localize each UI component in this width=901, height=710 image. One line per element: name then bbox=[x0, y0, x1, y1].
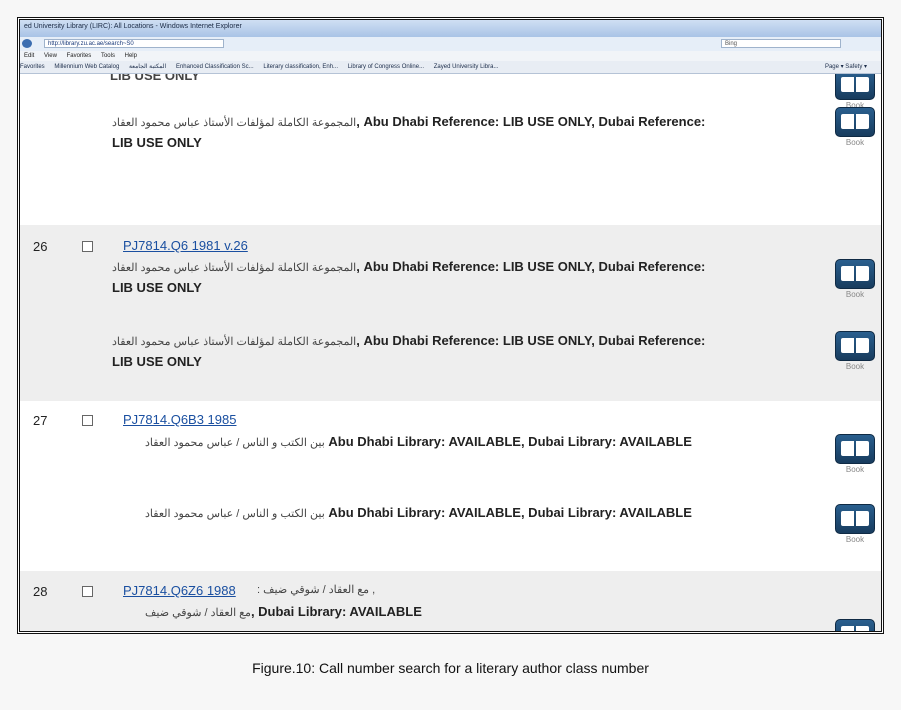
holding-line: المجموعة الكاملة لمؤلفات الأستاذ عباس مح… bbox=[112, 114, 705, 129]
holding-status: , Abu Dhabi Reference: LIB USE ONLY, Dub… bbox=[356, 114, 706, 129]
holding-wrap: LIB USE ONLY bbox=[112, 280, 202, 295]
menu-bar: Edit View Favorites Tools Help bbox=[20, 51, 881, 61]
call-number-link[interactable]: PJ7814.Q6B3 1985 bbox=[123, 412, 236, 427]
holding-line: المجموعة الكاملة لمؤلفات الأستاذ عباس مح… bbox=[112, 259, 706, 274]
book-icon[interactable]: Book bbox=[835, 107, 875, 149]
result-row: 26 PJ7814.Q6 1981 v.26 المجموعة الكاملة … bbox=[20, 225, 881, 401]
favorites-label[interactable]: Favorites bbox=[20, 64, 45, 70]
select-checkbox[interactable] bbox=[82, 241, 93, 252]
window-titlebar: ed University Library (LIRC): All Locati… bbox=[20, 20, 881, 38]
search-input[interactable]: Bing bbox=[721, 39, 841, 48]
book-icon[interactable]: Book bbox=[835, 259, 875, 301]
fav-link-arabic[interactable]: المكتبة الجامعة bbox=[129, 64, 166, 70]
toolbar-right-menu[interactable]: Page ▾ Safety ▾ bbox=[825, 61, 867, 73]
call-number-link[interactable]: PJ7814.Q6Z6 1988 bbox=[123, 583, 236, 598]
fav-link-millennium[interactable]: Millennium Web Catalog bbox=[54, 64, 119, 70]
holding-line: المجموعة الكاملة لمؤلفات الأستاذ عباس مح… bbox=[112, 333, 706, 348]
call-number-link[interactable]: PJ7814.Q6 1981 v.26 bbox=[123, 238, 248, 253]
clipped-text: LIB USE ONLY bbox=[110, 74, 200, 83]
address-input[interactable]: http://library.zu.ac.ae/search~S0 bbox=[44, 39, 224, 48]
arabic-title: المجموعة الكاملة لمؤلفات الأستاذ عباس مح… bbox=[112, 117, 357, 129]
window-title: ed University Library (LIRC): All Locati… bbox=[24, 23, 242, 30]
fav-link-zayed[interactable]: Zayed University Libra... bbox=[434, 64, 499, 70]
fav-link-enhanced[interactable]: Enhanced Classification Sc... bbox=[176, 64, 254, 70]
menu-help[interactable]: Help bbox=[125, 53, 137, 59]
holding-wrap: LIB USE ONLY bbox=[112, 354, 202, 369]
result-number: 26 bbox=[33, 239, 48, 254]
menu-edit[interactable]: Edit bbox=[24, 53, 34, 59]
holding-line: بين الكتب و الناس / عباس محمود العقاد Ab… bbox=[145, 505, 692, 520]
holding-wrap: LIB USE ONLY bbox=[112, 135, 202, 150]
result-number: 27 bbox=[33, 413, 48, 428]
result-row: 27 PJ7814.Q6B3 1985 بين الكتب و الناس / … bbox=[20, 401, 881, 571]
holding-line: مع العقاد / شوقي ضيف, Dubai Library: AVA… bbox=[145, 604, 422, 619]
result-continuation: LIB USE ONLY Book المجموعة الكاملة لمؤلف… bbox=[20, 74, 881, 225]
result-number: 28 bbox=[33, 584, 48, 599]
select-checkbox[interactable] bbox=[82, 415, 93, 426]
book-icon[interactable]: Book bbox=[835, 331, 875, 373]
book-icon[interactable]: Book bbox=[835, 504, 875, 546]
select-checkbox[interactable] bbox=[82, 586, 93, 597]
result-row: 28 PJ7814.Q6Z6 1988 : مع العقاد / شوقي ض… bbox=[20, 571, 881, 631]
title-suffix: : مع العقاد / شوقي ضيف , bbox=[257, 584, 376, 596]
fav-link-loc[interactable]: Library of Congress Online... bbox=[348, 64, 424, 70]
figure-caption: Figure.10: Call number search for a lite… bbox=[252, 660, 649, 676]
holding-line: بين الكتب و الناس / عباس محمود العقاد Ab… bbox=[145, 434, 692, 449]
menu-view[interactable]: View bbox=[44, 53, 57, 59]
address-bar-row: http://library.zu.ac.ae/search~S0 Bing bbox=[20, 37, 881, 52]
screenshot-frame: ed University Library (LIRC): All Locati… bbox=[17, 17, 884, 634]
book-icon[interactable]: Book bbox=[835, 434, 875, 476]
fav-link-literary[interactable]: Literary classification, Enh... bbox=[263, 64, 338, 70]
results-list: LIB USE ONLY Book المجموعة الكاملة لمؤلف… bbox=[20, 74, 881, 631]
menu-tools[interactable]: Tools bbox=[101, 53, 115, 59]
menu-favorites[interactable]: Favorites bbox=[67, 53, 92, 59]
book-icon[interactable]: Book bbox=[835, 619, 875, 631]
favorites-bar: Favorites Millennium Web Catalog المكتبة… bbox=[20, 61, 881, 74]
back-button-icon[interactable] bbox=[22, 39, 32, 48]
